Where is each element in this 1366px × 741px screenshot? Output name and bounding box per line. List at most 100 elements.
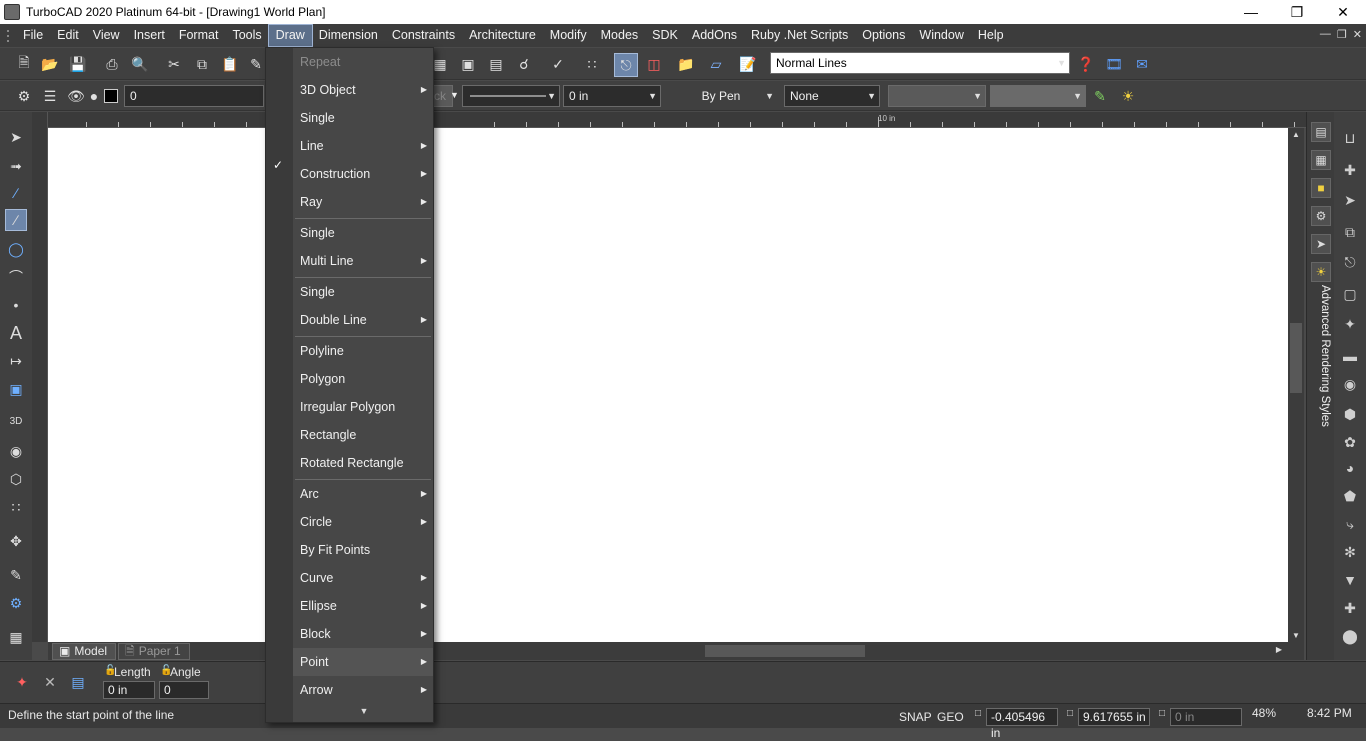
menu-item-single-line[interactable]: Single: [293, 104, 433, 132]
loft-icon[interactable]: ▼: [1340, 570, 1360, 590]
hatch-tool-icon[interactable]: ▣: [5, 378, 27, 400]
line-style-combo[interactable]: Normal Lines ▼: [770, 52, 1070, 74]
add-icon[interactable]: ✚: [1340, 598, 1360, 618]
video-tutorial-icon[interactable]: 🎞: [1104, 54, 1124, 74]
tab-model[interactable]: ▣ Model: [52, 643, 117, 660]
properties-icon[interactable]: 📝: [738, 54, 758, 74]
palette-tab-1-icon[interactable]: ▤: [1311, 122, 1331, 142]
blend-icon[interactable]: ✿: [1340, 432, 1360, 452]
y-coordinate-field[interactable]: 9.617655 in: [1078, 708, 1150, 726]
palette-config-icon[interactable]: ▦: [5, 626, 27, 648]
menu-item-single-doubleline[interactable]: Single: [293, 278, 433, 306]
menu-item-polyline[interactable]: Polyline: [293, 337, 433, 365]
trim-icon[interactable]: ✚: [1340, 160, 1360, 180]
horizontal-scrollbar[interactable]: ▶: [48, 642, 1304, 660]
menu-item-construction[interactable]: Construction ▶: [293, 160, 433, 188]
menu-edit[interactable]: Edit: [50, 25, 86, 46]
mdi-close-button[interactable]: ✕: [1353, 28, 1362, 41]
menu-item-multi-line[interactable]: Multi Line ▶: [293, 247, 433, 275]
menu-window[interactable]: Window: [912, 25, 970, 46]
length-input[interactable]: 0 in: [103, 681, 155, 699]
palette-tab-3-icon[interactable]: ■: [1311, 178, 1331, 198]
scroll-right-icon[interactable]: ▶: [1276, 645, 1282, 654]
array-tool-icon[interactable]: ∷: [5, 496, 27, 518]
zoom-extents-icon[interactable]: ▣: [458, 54, 478, 74]
render-icon[interactable]: ☀: [1118, 86, 1138, 106]
gear-icon[interactable]: ⚙: [14, 86, 34, 106]
spell-check-icon[interactable]: ✓: [548, 54, 568, 74]
menu-options[interactable]: Options: [855, 25, 912, 46]
menu-item-3d-object[interactable]: 3D Object ▶: [293, 76, 433, 104]
shape-tool-icon[interactable]: ⬡: [5, 468, 27, 490]
layer-combo[interactable]: 0: [124, 85, 264, 107]
eye-icon[interactable]: 👁: [66, 86, 86, 106]
snap-indicator[interactable]: SNAP: [899, 710, 932, 724]
color-swatch[interactable]: [104, 89, 118, 103]
menu-insert[interactable]: Insert: [127, 25, 172, 46]
menu-dimension[interactable]: Dimension: [312, 25, 385, 46]
move-tool-icon[interactable]: ✥: [5, 530, 27, 552]
pipe-icon[interactable]: ◕: [1340, 458, 1360, 478]
vertical-scrollbar[interactable]: ▲ ▼: [1288, 128, 1304, 642]
menu-sdk[interactable]: SDK: [645, 25, 685, 46]
select-arrow-icon[interactable]: ➤: [5, 126, 27, 148]
scroll-up-icon[interactable]: ▲: [1292, 130, 1300, 139]
maximize-button[interactable]: ❐: [1274, 0, 1320, 24]
fillet-icon[interactable]: ⬟: [1340, 486, 1360, 506]
layer-icon[interactable]: ▱: [706, 54, 726, 74]
menu-modes[interactable]: Modes: [594, 25, 646, 46]
palette-tab-5-icon[interactable]: ➤: [1311, 234, 1331, 254]
line-tool-icon[interactable]: ∕: [5, 209, 27, 231]
drawing-canvas[interactable]: [48, 128, 1288, 642]
mirror-icon[interactable]: ⊔: [1340, 128, 1360, 148]
menu-help[interactable]: Help: [971, 25, 1011, 46]
send-mail-icon[interactable]: ✉: [1132, 54, 1152, 74]
layers-icon[interactable]: ☰: [40, 86, 60, 106]
sweep-icon[interactable]: ⤷: [1340, 514, 1360, 534]
zoom-page-icon[interactable]: ▤: [486, 54, 506, 74]
menu-tools[interactable]: Tools: [225, 25, 268, 46]
eraser-icon[interactable]: ✎: [246, 54, 266, 74]
horizontal-scroll-thumb[interactable]: [705, 645, 865, 657]
print-icon[interactable]: ⎙: [102, 54, 122, 74]
grid-icon[interactable]: ∷: [582, 54, 602, 74]
revolve-icon[interactable]: ◉: [1340, 374, 1360, 394]
solid-icon[interactable]: ⬤: [1340, 626, 1360, 646]
menu-item-irregular-polygon[interactable]: Irregular Polygon: [293, 393, 433, 421]
geo-indicator[interactable]: GEO: [937, 710, 964, 724]
stamp-icon[interactable]: ⎋: [1340, 252, 1360, 272]
menu-item-double-line[interactable]: Double Line ▶: [293, 306, 433, 334]
copy-icon[interactable]: ⧉: [192, 54, 212, 74]
vertical-scroll-thumb[interactable]: [1290, 323, 1302, 393]
mdi-restore-button[interactable]: ❐: [1337, 28, 1347, 41]
menu-item-line[interactable]: Line ▶: [293, 132, 433, 160]
menu-constraints[interactable]: Constraints: [385, 25, 462, 46]
chevron-down-icon[interactable]: ▼: [450, 90, 459, 100]
3d-tool-icon[interactable]: 3D: [5, 410, 27, 432]
menu-item-arrow[interactable]: Arrow ▶: [293, 676, 433, 704]
menu-item-rectangle[interactable]: Rectangle: [293, 421, 433, 449]
settings-gear-icon[interactable]: ⚙: [5, 592, 27, 614]
whats-this-help-icon[interactable]: ❓: [1076, 54, 1096, 74]
finish-icon[interactable]: ✦: [12, 672, 32, 692]
brush-icon[interactable]: ✎: [1090, 86, 1110, 106]
menu-item-ray[interactable]: Ray ▶: [293, 188, 433, 216]
menu-architecture[interactable]: Architecture: [462, 25, 543, 46]
new-file-icon[interactable]: 🗎: [14, 54, 34, 74]
slab-icon[interactable]: ▬: [1340, 346, 1360, 366]
menu-ruby-net-scripts[interactable]: Ruby .Net Scripts: [744, 25, 855, 46]
menu-item-arc[interactable]: Arc ▶: [293, 480, 433, 508]
menu-format[interactable]: Format: [172, 25, 226, 46]
properties-table-icon[interactable]: ▤: [68, 672, 88, 692]
design-director-icon[interactable]: 📁: [676, 54, 696, 74]
minimize-button[interactable]: —: [1228, 0, 1274, 24]
menu-item-point[interactable]: Point ▶: [293, 648, 433, 676]
sphere-tool-icon[interactable]: ◉: [5, 440, 27, 462]
menu-scroll-down-icon[interactable]: ▼: [266, 706, 435, 716]
point-tool-icon[interactable]: •: [5, 294, 27, 316]
magnet-snap-icon[interactable]: ◫: [644, 54, 664, 74]
curve-tool-icon[interactable]: ⌒: [5, 266, 27, 288]
extrude-icon[interactable]: ✻: [1340, 542, 1360, 562]
paste-icon[interactable]: 📋: [220, 54, 240, 74]
point-line-icon[interactable]: ∕: [5, 182, 27, 204]
